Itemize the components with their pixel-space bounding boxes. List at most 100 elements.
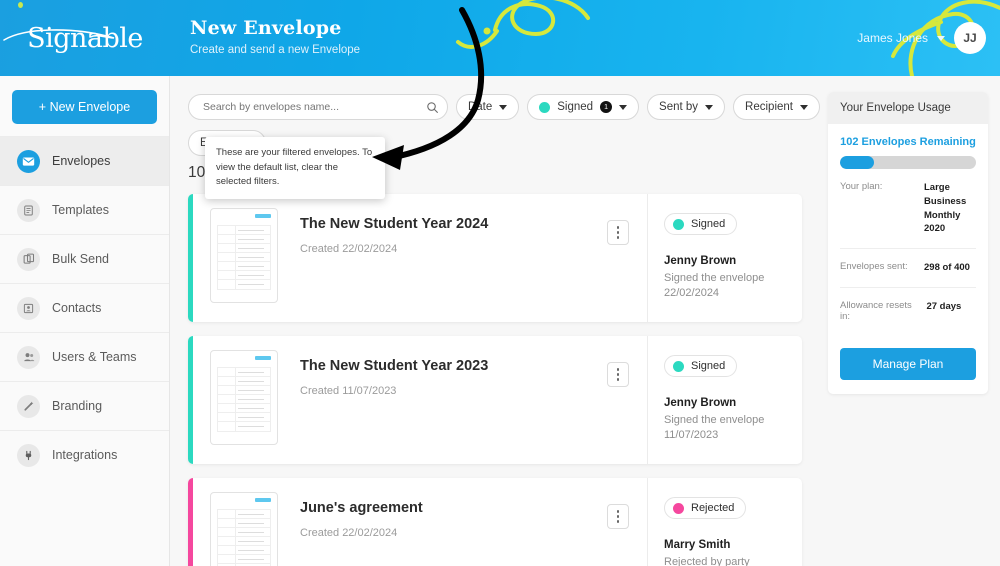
envelope-info: The New Student Year 2023 Created 11/07/… (278, 350, 607, 464)
sidebar-item-templates[interactable]: Templates (0, 185, 169, 234)
thumbnail-grid (217, 367, 271, 432)
envelope-card-left: The New Student Year 2023 Created 11/07/… (188, 336, 647, 464)
user-name-label: James Jones (857, 31, 928, 45)
signer-action-date: 22/02/2024 (664, 286, 720, 299)
sidebar-item-users-teams[interactable]: Users & Teams (0, 332, 169, 381)
usage-panel-title: Your Envelope Usage (828, 92, 988, 124)
document-thumbnail[interactable] (210, 492, 278, 566)
page-title: New Envelope (190, 17, 342, 39)
brand-logo[interactable]: Signable (0, 0, 170, 76)
magic-wand-icon (17, 394, 40, 418)
signer-name: Jenny Brown (664, 397, 737, 409)
logo-accent-dot (18, 2, 23, 8)
status-dot-icon (539, 101, 551, 113)
signer-action: Rejected by party (664, 556, 750, 566)
envelope-actions-menu-icon[interactable] (607, 504, 629, 529)
document-icon (17, 198, 40, 222)
allowance-reset-key: Allowance resets in: (840, 299, 912, 322)
signer-name: Jenny Brown (664, 255, 737, 267)
envelope-card[interactable]: The New Student Year 2023 Created 11/07/… (188, 336, 802, 464)
thumbnail-logo-icon (255, 498, 271, 502)
status-dot-icon (673, 502, 684, 514)
avatar[interactable]: JJ (954, 22, 986, 54)
allowance-reset-row: Allowance resets in: 27 days (840, 288, 976, 334)
envelope-card-left: June's agreement Created 22/02/2024 (188, 478, 647, 566)
filter-date-dropdown[interactable]: Date (455, 94, 520, 120)
users-icon (17, 345, 40, 369)
signer-action-date: 11/07/2023 (664, 428, 719, 441)
envelopes-remaining-label: 102 Envelopes Remaining (840, 136, 976, 148)
envelope-info: June's agreement Created 22/02/2024 (278, 492, 607, 566)
filter-sent-by-label: Sent by (659, 101, 699, 113)
sidebar-item-contacts[interactable]: Contacts (0, 283, 169, 332)
plug-icon (17, 443, 40, 467)
contacts-icon (17, 296, 40, 320)
search-icon[interactable] (426, 101, 439, 114)
filter-count-badge: 1 (600, 101, 613, 113)
envelope-title[interactable]: The New Student Year 2024 (300, 216, 607, 232)
sidebar-item-label: Users & Teams (52, 350, 137, 364)
thumbnail-grid (217, 509, 271, 566)
sidebar-item-label: Contacts (52, 301, 102, 315)
thumbnail-logo-icon (255, 214, 271, 218)
search-input[interactable] (203, 101, 426, 113)
sidebar-item-envelopes[interactable]: Envelopes (0, 136, 169, 185)
filter-info-tooltip: These are your filtered envelopes. To vi… (205, 137, 385, 200)
plan-value: Large Business Monthly 2020 (924, 182, 967, 235)
envelopes-sent-key: Envelopes sent: (840, 261, 908, 273)
filter-date-label: Date (467, 101, 493, 113)
chevron-down-icon (937, 35, 945, 41)
filter-status-label: Signed (557, 101, 594, 113)
sidebar-item-bulk-send[interactable]: Bulk Send (0, 234, 169, 283)
logo-swoosh-icon (3, 29, 115, 41)
sidebar-item-label: Bulk Send (52, 252, 109, 266)
envelope-card[interactable]: The New Student Year 2024 Created 22/02/… (188, 194, 802, 322)
filter-sent-by-dropdown[interactable]: Sent by (647, 94, 726, 120)
sidebar-item-integrations[interactable]: Integrations (0, 430, 169, 479)
envelope-card[interactable]: June's agreement Created 22/02/2024 Reje… (188, 478, 802, 566)
app-header: Signable New Envelope Create and send a … (0, 0, 1000, 76)
envelope-status-panel: Rejected Marry Smith Rejected by party (647, 478, 802, 566)
usage-progress-bar (840, 156, 976, 169)
usage-panel-body: 102 Envelopes Remaining Your plan: Large… (828, 124, 988, 394)
envelopes-sent-row: Envelopes sent: 298 of 400 (840, 249, 976, 288)
right-panel: Your Envelope Usage 102 Envelopes Remain… (820, 76, 1000, 566)
plan-key: Your plan: (840, 181, 883, 192)
chevron-down-icon (619, 104, 628, 110)
status-label: Signed (691, 218, 726, 230)
user-menu[interactable]: James Jones JJ (857, 22, 986, 54)
filter-status-signed-dropdown[interactable]: Signed 1 (527, 94, 640, 120)
plan-row: Your plan: Large Business Monthly 2020 (840, 169, 976, 250)
new-envelope-button[interactable]: + New Envelope (12, 90, 157, 124)
envelope-icon (17, 149, 40, 173)
sidebar-item-label: Branding (52, 399, 103, 413)
chevron-down-icon (499, 104, 508, 110)
thumbnail-grid (217, 225, 271, 290)
envelope-title[interactable]: June's agreement (300, 500, 607, 516)
envelope-created-date: Created 11/07/2023 (300, 385, 397, 397)
envelope-actions-menu-icon[interactable] (607, 220, 629, 245)
envelope-actions-menu-icon[interactable] (607, 362, 629, 387)
envelope-title[interactable]: The New Student Year 2023 (300, 358, 607, 374)
sidebar: + New Envelope Envelopes Templates Bulk … (0, 76, 170, 566)
status-label: Rejected (691, 502, 735, 514)
filter-recipient-label: Recipient (745, 101, 793, 113)
signer-name: Marry Smith (664, 539, 731, 551)
sidebar-item-branding[interactable]: Branding (0, 381, 169, 430)
envelope-usage-card: Your Envelope Usage 102 Envelopes Remain… (828, 92, 988, 394)
filter-recipient-dropdown[interactable]: Recipient (733, 94, 820, 120)
envelope-card-left: The New Student Year 2024 Created 22/02/… (188, 194, 647, 322)
document-thumbnail[interactable] (210, 350, 278, 445)
status-label: Signed (691, 360, 726, 372)
envelope-list: The New Student Year 2024 Created 22/02/… (170, 182, 820, 566)
status-dot-icon (673, 360, 684, 372)
envelope-created-date: Created 22/02/2024 (300, 243, 398, 255)
status-badge: Signed (664, 213, 738, 235)
envelopes-sent-value: 298 of 400 (924, 262, 970, 274)
page-title-block: New Envelope Create and send a new Envel… (190, 17, 360, 56)
chevron-down-icon (800, 104, 808, 110)
envelope-status-panel: Signed Jenny Brown Signed the envelope 1… (647, 336, 802, 464)
search-box[interactable] (188, 94, 448, 120)
document-thumbnail[interactable] (210, 208, 278, 303)
manage-plan-button[interactable]: Manage Plan (840, 347, 976, 380)
